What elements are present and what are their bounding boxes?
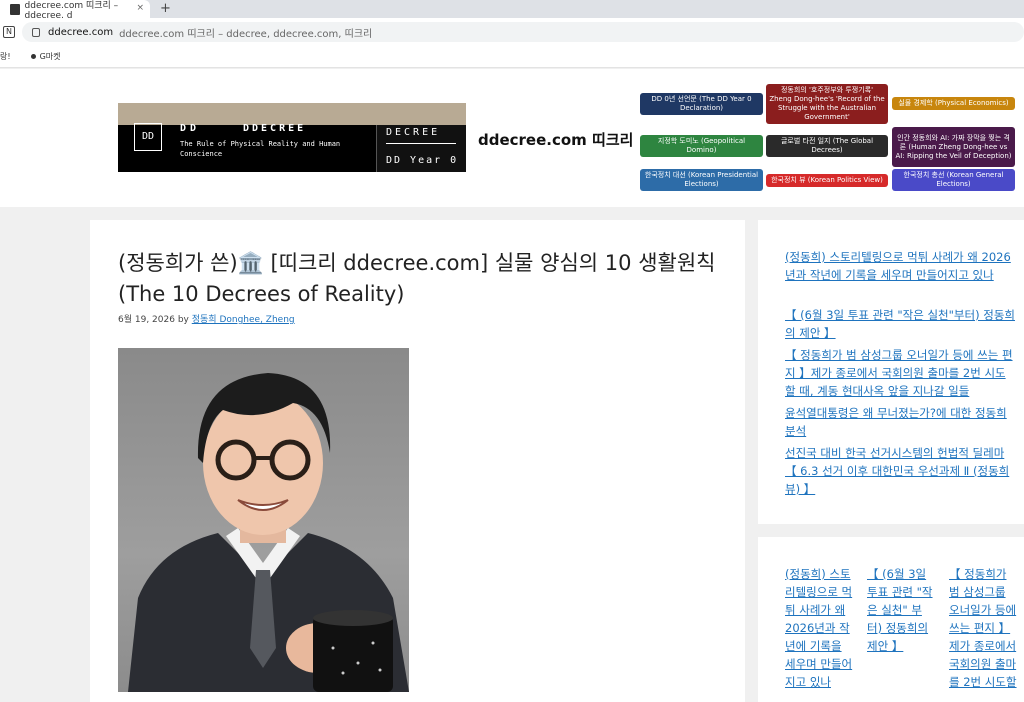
new-tab-button[interactable]: + (160, 1, 171, 16)
nav-badge-geopolitics[interactable]: 지정학 도미노 (Geopolitical Domino) (640, 135, 763, 157)
logo-box: DD (134, 123, 162, 151)
author-photo-illustration (128, 373, 409, 692)
author-photo (118, 348, 409, 692)
nav-badge-struggle[interactable]: 정동희의 '호주정부와 투쟁기록' Zheng Dong-hee's 'Reco… (766, 84, 888, 124)
sidebar-post-link[interactable]: 【 정동희가 범 삼성그룹 오너일가 등에 쓰는 편지 】제가 종로에서 국회의… (785, 346, 1015, 400)
nav-badge-politics-view[interactable]: 한국정치 뷰 (Korean Politics View) (766, 174, 888, 187)
bookmark-gmarket[interactable]: G마켓 (40, 51, 61, 62)
app-icon[interactable]: N (3, 26, 15, 38)
url-domain: ddecree.com (48, 26, 114, 38)
browser-tab-bar: ddecree.com 띠크리 – ddecree, d × + (0, 0, 1024, 21)
url-path: ddecree.com 띠크리 – ddecree, ddecree.com, … (119, 28, 373, 40)
logo-right-top: DECREE (386, 127, 441, 138)
nav-badge-presidential[interactable]: 한국정치 대선 (Korean Presidential Elections) (640, 169, 763, 191)
logo-tagline: The Rule of Physical Reality and Human C… (180, 140, 341, 158)
nav-badge-year0[interactable]: DD 0년 선언문 (The DD Year 0 Declaration) (640, 93, 763, 115)
bookmark-dot-icon (30, 54, 36, 59)
sidebar-post-link[interactable]: 윤석열대통령은 왜 무너졌는가?에 대한 정동희 분석 (785, 404, 1015, 440)
favicon-icon (10, 3, 20, 15)
post-by: by (177, 315, 189, 325)
nav-badge-general[interactable]: 한국정치 총선 (Korean General Elections) (892, 169, 1015, 191)
post-title[interactable]: (정동희가 쓴)🏛️ [띠크리 ddecree.com] 실물 양심의 10 생… (118, 248, 718, 310)
url-input[interactable]: ddecree.com ddecree.com 띠크리 – ddecree, d… (22, 22, 1024, 42)
address-bar-row: N ddecree.com ddecree.com 띠크리 – ddecree,… (0, 18, 1024, 46)
nav-badge-ai[interactable]: 인간 정동희와 AI: 가짜 장막을 찢는 격론 (Human Zheng Do… (892, 127, 1015, 167)
post-meta: 6월 19, 2026 by 정동희 Donghee, Zheng (118, 312, 295, 325)
site-header: DD DD DDECREE The Rule of Physical Reali… (0, 69, 1024, 207)
post-author-link[interactable]: 정동희 Donghee, Zheng (192, 315, 295, 325)
bookmark-item[interactable]: 랑! (0, 51, 11, 62)
site-logo[interactable]: DD DD DDECREE The Rule of Physical Reali… (118, 103, 466, 172)
logo-right-bottom: DD Year 0 (386, 155, 459, 166)
sidebar-column-link[interactable]: 【 정동희가 범 삼성그룹 오너일가 등에 쓰는 편지 】제가 종로에서 국회의… (949, 565, 1017, 691)
sidebar-column-link[interactable]: (정동희) 스토리텔링으로 먹튀 사례가 왜 2026년과 작년에 기록을 세우… (785, 565, 853, 691)
sidebar-column-posts: (정동희) 스토리텔링으로 먹튀 사례가 왜 2026년과 작년에 기록을 세우… (758, 537, 1024, 702)
sidebar-post-link[interactable]: (정동희) 스토리텔링으로 먹튀 사례가 왜 2026년과 작년에 기록을 세우… (785, 248, 1015, 284)
sidebar-column-link[interactable]: 【 (6월 3일 투표 관련 "작은 실천" 부터) 정동희의 제안 】 (867, 565, 935, 655)
lock-icon[interactable] (32, 27, 40, 37)
logo-divider (386, 143, 456, 144)
browser-tab[interactable]: ddecree.com 띠크리 – ddecree, d × (0, 0, 150, 21)
site-title[interactable]: ddecree.com 띠크리 (478, 129, 633, 150)
logo-stripe (118, 103, 466, 125)
logo-title-b: DDECREE (243, 123, 307, 134)
sidebar-post-link[interactable]: 【 (6월 3일 투표 관련 "작은 실천"부터) 정동희의 제안 】 (785, 306, 1015, 342)
nav-badge-economics[interactable]: 실물 경제학 (Physical Economics) (892, 97, 1015, 110)
logo-title-a: DD (180, 123, 201, 134)
sidebar-post-link[interactable]: 선진국 대비 한국 선거시스템의 헌법적 딜레마 【 6.3 선거 이후 대한민… (785, 444, 1015, 498)
post-date: 6월 19, 2026 (118, 315, 175, 325)
article-card: (정동희가 쓴)🏛️ [띠크리 ddecree.com] 실물 양심의 10 생… (90, 220, 745, 702)
sidebar-recent-posts: (정동희) 스토리텔링으로 먹튀 사례가 왜 2026년과 작년에 기록을 세우… (758, 220, 1024, 524)
close-tab-icon[interactable]: × (136, 3, 144, 13)
bookmarks-bar: 랑! G마켓 (0, 46, 1024, 68)
nav-badge-global-decrees[interactable]: 글로벌 타전 일지 (The Global Decrees) (766, 135, 888, 157)
